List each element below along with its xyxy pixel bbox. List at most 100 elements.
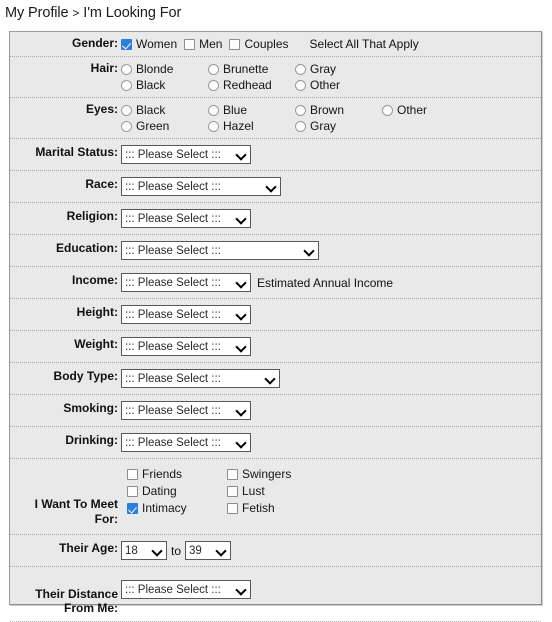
hair-option-gray-label: Gray <box>310 62 337 76</box>
checkbox-women-icon[interactable] <box>121 38 132 50</box>
radio-hazel-icon[interactable] <box>208 120 219 132</box>
breadcrumb-parent[interactable]: My Profile <box>5 5 69 21</box>
form-row-religion: Religion: ::: Please Select ::: <box>10 203 541 235</box>
their-distance-label-text: Their Distance From Me: <box>35 587 118 615</box>
religion-value: ::: Please Select ::: <box>125 212 221 225</box>
chevron-down-icon <box>304 245 315 256</box>
chevron-down-icon <box>236 309 247 320</box>
hair-option-brunette[interactable]: Brunette <box>208 61 295 77</box>
body-type-select[interactable]: ::: Please Select ::: <box>121 369 280 388</box>
marital-status-select[interactable]: ::: Please Select ::: <box>121 145 251 164</box>
eyes-option-other[interactable]: Other <box>382 102 469 118</box>
radio-black-hair-icon[interactable] <box>121 79 132 91</box>
drinking-label: Drinking: <box>65 433 118 447</box>
checkbox-fetish-icon[interactable] <box>227 502 238 514</box>
radio-black-eyes-icon[interactable] <box>121 104 132 116</box>
meet-for-option-friends-label: Friends <box>142 467 183 481</box>
chevron-down-icon <box>236 437 247 448</box>
drinking-value: ::: Please Select ::: <box>125 436 221 449</box>
hair-option-blonde-label: Blonde <box>136 62 174 76</box>
hair-option-other[interactable]: Other <box>295 77 382 93</box>
radio-redhead-icon[interactable] <box>208 79 219 91</box>
meet-for-option-swingers[interactable]: Swingers <box>227 466 327 482</box>
radio-blue-icon[interactable] <box>208 104 219 116</box>
radio-other-hair-icon[interactable] <box>295 79 306 91</box>
eyes-option-black[interactable]: Black <box>121 102 208 118</box>
hair-option-gray[interactable]: Gray <box>295 61 382 77</box>
breadcrumb: My Profile > I'm Looking For <box>0 0 552 21</box>
radio-brown-icon[interactable] <box>295 104 306 116</box>
eyes-option-gray-label: Gray <box>310 119 337 133</box>
form-row-gender: Gender: Women Men Couples Select All Tha… <box>10 32 541 57</box>
height-value: ::: Please Select ::: <box>125 308 221 321</box>
smoking-value: ::: Please Select ::: <box>125 404 221 417</box>
chevron-down-icon <box>266 181 277 192</box>
race-select[interactable]: ::: Please Select ::: <box>121 177 281 196</box>
radio-blonde-icon[interactable] <box>121 63 132 75</box>
checkbox-friends-icon[interactable] <box>127 468 138 480</box>
radio-green-icon[interactable] <box>121 120 132 132</box>
height-select[interactable]: ::: Please Select ::: <box>121 305 251 324</box>
checkbox-dating-icon[interactable] <box>127 485 138 497</box>
form-row-their-distance: Their Distance From Me: ::: Please Selec… <box>10 567 541 622</box>
radio-gray-hair-icon[interactable] <box>295 63 306 75</box>
breadcrumb-current: I'm Looking For <box>83 5 182 21</box>
eyes-option-green-label: Green <box>136 119 170 133</box>
eyes-option-blue[interactable]: Blue <box>208 102 295 118</box>
form-row-income: Income: ::: Please Select ::: Estimated … <box>10 267 541 299</box>
gender-option-women-label: Women <box>136 37 178 51</box>
gender-option-couples-label: Couples <box>244 37 289 51</box>
meet-for-option-fetish[interactable]: Fetish <box>227 500 327 516</box>
marital-status-label: Marital Status: <box>35 145 118 159</box>
chevron-down-icon <box>236 405 247 416</box>
chevron-down-icon <box>236 584 247 595</box>
smoking-select[interactable]: ::: Please Select ::: <box>121 401 251 420</box>
marital-status-value: ::: Please Select ::: <box>125 148 221 161</box>
meet-for-option-intimacy-label: Intimacy <box>142 501 187 515</box>
meet-for-option-friends[interactable]: Friends <box>127 466 227 482</box>
weight-label: Weight: <box>74 337 118 351</box>
chevron-down-icon <box>216 545 227 556</box>
checkbox-lust-icon[interactable] <box>227 485 238 497</box>
education-select[interactable]: ::: Please Select ::: <box>121 241 319 260</box>
chevron-down-icon <box>236 277 247 288</box>
hair-option-black[interactable]: Black <box>121 77 208 93</box>
eyes-option-brown[interactable]: Brown <box>295 102 382 118</box>
meet-for-option-dating[interactable]: Dating <box>127 483 227 499</box>
income-select[interactable]: ::: Please Select ::: <box>121 273 251 292</box>
eyes-option-gray[interactable]: Gray <box>295 118 382 134</box>
eyes-option-hazel[interactable]: Hazel <box>208 118 295 134</box>
form-row-weight: Weight: ::: Please Select ::: <box>10 331 541 363</box>
hair-option-blonde[interactable]: Blonde <box>121 61 208 77</box>
religion-select[interactable]: ::: Please Select ::: <box>121 209 251 228</box>
gender-option-men[interactable]: Men <box>184 36 222 52</box>
checkbox-swingers-icon[interactable] <box>227 468 238 480</box>
meet-for-option-lust[interactable]: Lust <box>227 483 327 499</box>
radio-brunette-icon[interactable] <box>208 63 219 75</box>
eyes-option-green[interactable]: Green <box>121 118 208 134</box>
gender-option-couples[interactable]: Couples <box>229 36 289 52</box>
meet-for-option-dating-label: Dating <box>142 484 177 498</box>
income-value: ::: Please Select ::: <box>125 276 221 289</box>
checkbox-men-icon[interactable] <box>184 38 196 50</box>
chevron-down-icon <box>236 341 247 352</box>
checkbox-intimacy-icon[interactable] <box>127 502 138 514</box>
hair-option-redhead[interactable]: Redhead <box>208 77 295 93</box>
their-age-from-select[interactable]: 18 <box>121 541 167 560</box>
their-age-to-select[interactable]: 39 <box>185 541 232 560</box>
weight-value: ::: Please Select ::: <box>125 340 221 353</box>
radio-gray-eyes-icon[interactable] <box>295 120 306 132</box>
form-row-height: Height: ::: Please Select ::: <box>10 299 541 331</box>
drinking-select[interactable]: ::: Please Select ::: <box>121 433 251 452</box>
checkbox-couples-icon[interactable] <box>229 38 241 50</box>
gender-option-women[interactable]: Women <box>121 36 177 52</box>
weight-select[interactable]: ::: Please Select ::: <box>121 337 251 356</box>
form-row-meet-for: I Want To Meet For: Friends Swingers Dat… <box>10 459 541 535</box>
chevron-down-icon <box>265 373 276 384</box>
radio-other-eyes-icon[interactable] <box>382 104 393 116</box>
form-row-drinking: Drinking: ::: Please Select ::: <box>10 427 541 459</box>
meet-for-option-intimacy[interactable]: Intimacy <box>127 500 227 516</box>
form-row-smoking: Smoking: ::: Please Select ::: <box>10 395 541 427</box>
hair-option-black-label: Black <box>136 78 166 92</box>
their-distance-select[interactable]: ::: Please Select ::: <box>121 580 251 599</box>
